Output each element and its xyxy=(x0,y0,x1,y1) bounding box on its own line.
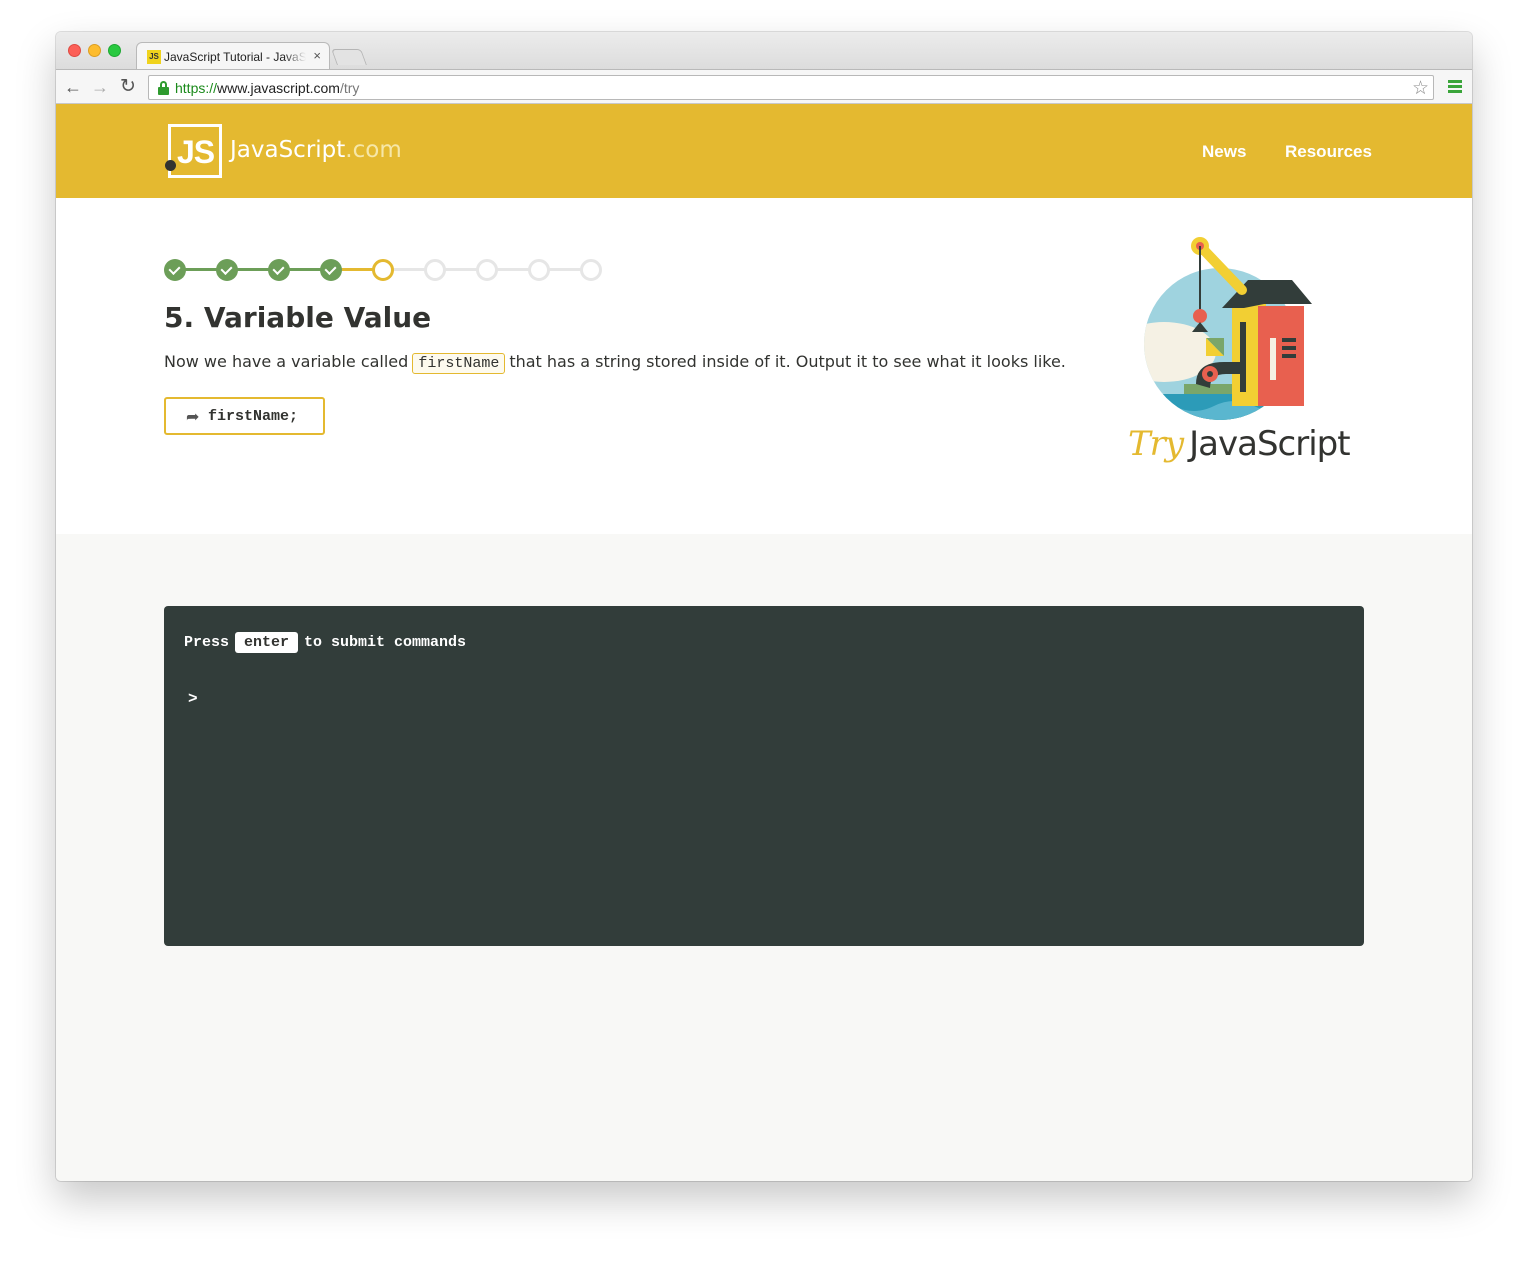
url-host: www.javascript.com xyxy=(217,80,340,96)
browser-tab-active[interactable]: JS JavaScript Tutorial - JavaScript.com … xyxy=(136,42,330,70)
lesson-instructions: Now we have a variable called firstName th… xyxy=(164,352,1066,374)
title-bar: JS JavaScript Tutorial - JavaScript.com … xyxy=(56,32,1472,70)
back-arrow-icon[interactable]: ← xyxy=(62,76,84,98)
new-tab-button[interactable] xyxy=(331,49,367,65)
bookmark-star-icon[interactable]: ☆ xyxy=(1412,77,1429,100)
lesson-progress-stepper xyxy=(164,258,604,282)
progress-connector xyxy=(340,268,374,271)
lesson-panel: 5. Variable Value Now we have a variable… xyxy=(56,198,1472,534)
progress-step-complete-icon[interactable] xyxy=(268,259,290,281)
progress-connector xyxy=(236,268,270,271)
reload-icon[interactable]: ↻ xyxy=(117,76,139,98)
site-header: JS JavaScript.com News Resources xyxy=(56,104,1472,198)
lock-icon xyxy=(158,81,169,95)
js-logo[interactable]: JS xyxy=(165,124,222,178)
progress-step-complete-icon[interactable] xyxy=(164,259,186,281)
url-path: /try xyxy=(339,80,360,96)
logo-name: JavaScript xyxy=(230,137,346,163)
tab-close-icon[interactable]: × xyxy=(313,48,321,63)
forward-arrow-icon[interactable]: → xyxy=(89,76,111,98)
share-arrow-icon: ➦ xyxy=(186,409,200,426)
url-text[interactable]: https://www.javascript.com/try xyxy=(175,80,359,96)
browser-toolbar: ← → ↻ https://www.javascript.com/try ☆ xyxy=(56,69,1472,104)
progress-connector xyxy=(496,268,530,271)
close-window-button[interactable] xyxy=(68,44,81,57)
console-panel[interactable]: Press enter to submit commands > xyxy=(164,606,1364,946)
console-prompt: > xyxy=(188,690,198,708)
tab-title: JavaScript Tutorial - JavaScript.com xyxy=(164,50,306,64)
zoom-window-button[interactable] xyxy=(108,44,121,57)
logo-wordmark[interactable]: JavaScript.com xyxy=(230,137,402,163)
url-scheme: https:// xyxy=(175,80,218,96)
address-bar[interactable]: https://www.javascript.com/try ☆ xyxy=(148,75,1434,100)
inline-code-variable: firstName xyxy=(412,353,506,374)
logo-mark: JS xyxy=(177,134,215,170)
logo-dot xyxy=(165,160,176,171)
try-brand-name: JavaScript xyxy=(1189,424,1350,464)
progress-step-complete-icon[interactable] xyxy=(320,259,342,281)
lesson-title: 5. Variable Value xyxy=(164,301,432,334)
run-command-label: firstName; xyxy=(208,408,299,425)
progress-connector xyxy=(184,268,218,271)
browser-window: JS JavaScript Tutorial - JavaScript.com … xyxy=(56,32,1472,1181)
progress-step-current[interactable] xyxy=(372,259,394,281)
logo-suffix: .com xyxy=(345,137,402,163)
minimize-window-button[interactable] xyxy=(88,44,101,57)
progress-connector xyxy=(444,268,478,271)
hint-press: Press xyxy=(184,634,230,651)
progress-step-pending[interactable] xyxy=(476,259,498,281)
progress-connector xyxy=(288,268,322,271)
run-command-button[interactable]: ➦ firstName; xyxy=(164,397,325,435)
enter-key-badge: enter xyxy=(235,632,299,653)
progress-connector xyxy=(392,268,426,271)
lesson-text-before: Now we have a variable called xyxy=(164,352,409,371)
try-word: Try xyxy=(1128,424,1184,464)
nav-link-news[interactable]: News xyxy=(1202,142,1246,162)
progress-step-pending[interactable] xyxy=(424,259,446,281)
progress-step-pending[interactable] xyxy=(528,259,550,281)
progress-step-pending[interactable] xyxy=(580,259,602,281)
hint-submit: to submit commands xyxy=(304,634,467,651)
page-content: JS JavaScript.com News Resources 5. Vari… xyxy=(56,104,1472,1181)
progress-step-complete-icon[interactable] xyxy=(216,259,238,281)
tab-favicon-icon: JS xyxy=(147,50,161,64)
try-javascript-wordmark: Try JavaScript xyxy=(1128,424,1351,464)
browser-menu-icon[interactable] xyxy=(1448,80,1462,93)
console-hint: Press enter to submit commands xyxy=(184,632,466,653)
progress-connector xyxy=(548,268,582,271)
lesson-text-after: that has a string stored inside of it. O… xyxy=(509,352,1066,371)
nav-link-resources[interactable]: Resources xyxy=(1285,142,1372,162)
